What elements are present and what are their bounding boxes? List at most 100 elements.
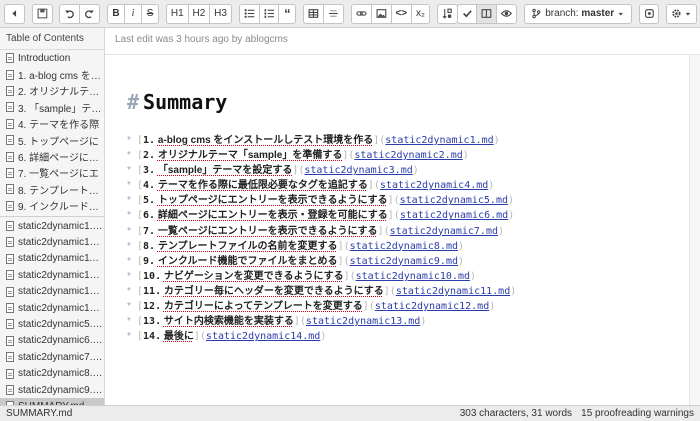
entry-link[interactable]: static2dynamic12.md [375, 301, 489, 312]
file-item[interactable]: SUMMARY.md [0, 398, 104, 405]
link-button[interactable] [350, 3, 372, 24]
entry-link[interactable]: static2dynamic1.md [385, 135, 493, 146]
toc-item[interactable]: 8. テンプレートファ [0, 181, 104, 197]
entry-link[interactable]: static2dynamic2.md [354, 150, 462, 161]
entry-link[interactable]: static2dynamic5.md [400, 195, 508, 206]
file-icon [6, 385, 14, 395]
settings-button[interactable] [666, 3, 697, 24]
save-button[interactable] [31, 3, 53, 24]
table-button[interactable] [303, 3, 325, 24]
file-item[interactable]: static2dynamic10.md [0, 234, 104, 250]
entry-title: オリジナルテーマ「sample」を準備する [157, 150, 343, 162]
toc-item[interactable]: Introduction [0, 50, 104, 66]
file-item-label: static2dynamic9.md [18, 384, 104, 396]
file-item-label: static2dynamic12.md [18, 269, 104, 281]
bracket-mid: ]( [362, 301, 375, 313]
entry-link[interactable]: static2dynamic11.md [396, 286, 510, 297]
numbered-list-button[interactable] [258, 3, 280, 24]
sort-button[interactable] [436, 3, 458, 24]
entry-title: サイト内検索機能を実装する [163, 316, 294, 328]
file-item[interactable]: static2dynamic5.md [0, 316, 104, 332]
entry-title: インクルード機能でファイルをまとめる [157, 255, 338, 267]
file-item[interactable]: static2dynamic9.md [0, 382, 104, 398]
proofreading-warnings[interactable]: 15 proofreading warnings [581, 406, 694, 421]
entry-link[interactable]: static2dynamic6.md [400, 210, 508, 221]
toc-item[interactable]: 4. テーマを作る際 [0, 116, 104, 132]
bracket-mid: ]( [293, 316, 306, 328]
toc-item[interactable]: 9. インクルード機能 [0, 198, 104, 214]
entry-link[interactable]: static2dynamic13.md [306, 316, 420, 327]
toggle-sidebar-button[interactable] [4, 3, 25, 24]
toc-item[interactable]: 6. 詳細ページにエン [0, 148, 104, 164]
entry-title: テーマを作る際に最低限必要なタグを追記する [157, 180, 368, 192]
bracket-close: ) [457, 255, 465, 267]
entry-title: 最後に [163, 331, 194, 343]
entry-link[interactable]: static2dynamic8.md [350, 241, 458, 252]
toc-item[interactable]: 1. a-blog cms をインストール [0, 66, 104, 82]
entry-link[interactable]: static2dynamic10.md [356, 271, 470, 282]
entry-link[interactable]: static2dynamic7.md [390, 226, 498, 237]
toc-item-label: 9. インクルード機能 [18, 202, 104, 214]
summary-entry: * [6. 詳細ページにエントリーを表示・登録を可能にする](static2dyn… [127, 208, 687, 223]
bracket-mid: ]( [387, 195, 400, 207]
redo-button[interactable] [79, 3, 101, 24]
entry-number: 1. [143, 135, 156, 146]
summary-entry: * [5. トップページにエントリーを表示できるようにする](static2dyn… [127, 193, 687, 208]
entry-title: 詳細ページにエントリーを表示・登録を可能にする [157, 210, 388, 222]
bracket-mid: ]( [337, 255, 350, 267]
file-item[interactable]: static2dynamic14.md [0, 300, 104, 316]
document-icon [6, 118, 14, 129]
file-item[interactable]: static2dynamic6.md [0, 333, 104, 349]
subscript-button[interactable]: x₂ [411, 3, 430, 24]
list-bullet: * [127, 255, 131, 267]
italic-button[interactable]: i [124, 3, 143, 24]
branch-icon [532, 8, 541, 19]
list-bullet: * [127, 165, 131, 177]
save-icon [37, 8, 48, 19]
toc-item-label: 1. a-blog cms をインストール [18, 71, 104, 83]
split-view-button[interactable] [476, 3, 498, 24]
bold-button[interactable]: B [107, 3, 126, 24]
preview-button[interactable] [496, 3, 518, 24]
quote-button[interactable]: “ [278, 3, 297, 24]
summary-entry: * [14. 最後に](static2dynamic14.md) [127, 329, 687, 344]
file-item[interactable]: static2dynamic12.md [0, 267, 104, 283]
entry-link[interactable]: static2dynamic9.md [350, 256, 458, 267]
entry-link[interactable]: static2dynamic4.md [380, 180, 488, 191]
undo-icon [65, 10, 75, 19]
code-button[interactable]: <> [390, 3, 413, 24]
entry-link[interactable]: static2dynamic3.md [304, 165, 412, 176]
undo-button[interactable] [59, 3, 81, 24]
file-item-label: static2dynamic8.md [18, 368, 104, 380]
file-item[interactable]: static2dynamic8.md [0, 365, 104, 381]
list-bullet: * [127, 150, 131, 162]
editor-pane[interactable]: Last edit was 3 hours ago by ablogcms # S… [105, 28, 700, 405]
editor-scrollbar[interactable] [689, 55, 700, 405]
heading1-button[interactable]: H1 [165, 3, 189, 24]
toc-item[interactable]: 5. トップページに [0, 132, 104, 148]
strikethrough-button[interactable]: S [141, 3, 160, 24]
image-button[interactable] [370, 3, 392, 24]
horizontal-rule-button[interactable] [323, 3, 344, 24]
heading3-button[interactable]: H3 [209, 3, 232, 24]
file-item[interactable]: static2dynamic13.md [0, 283, 104, 299]
toc-item-label: 3. 「sample」テーマ [18, 103, 104, 115]
check-button[interactable] [456, 3, 478, 24]
toc-item[interactable]: 2. オリジナルテーマ [0, 83, 104, 99]
toc-item[interactable]: 7. 一覧ページにエ [0, 165, 104, 181]
entry-link[interactable]: static2dynamic14.md [206, 331, 320, 342]
toc-item[interactable]: 3. 「sample」テーマ [0, 99, 104, 115]
bracket-close: ) [462, 150, 469, 162]
branch-selector[interactable]: branch: master [524, 3, 632, 24]
heading2-button[interactable]: H2 [187, 3, 211, 24]
file-item[interactable]: static2dynamic7.md [0, 349, 104, 365]
bullet-list-button[interactable] [238, 3, 260, 24]
sync-button[interactable] [638, 3, 660, 24]
summary-entry: * [7. 一覧ページにエントリーを表示できるようにする](static2dyna… [127, 224, 687, 239]
checkmark-icon [462, 10, 472, 18]
list-bullet: * [127, 285, 131, 297]
toc-item-label: 7. 一覧ページにエ [18, 169, 99, 181]
file-item[interactable]: static2dynamic1.md [0, 218, 104, 234]
file-item[interactable]: static2dynamic11.md [0, 251, 104, 267]
link-icon [356, 11, 367, 16]
